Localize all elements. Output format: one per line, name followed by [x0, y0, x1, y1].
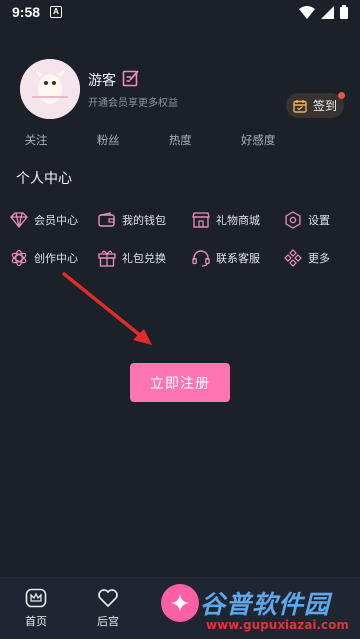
checkin-button[interactable]: 签到: [286, 92, 345, 118]
menu-wallet[interactable]: 我的钱包: [98, 211, 192, 229]
menu-vip-center[interactable]: 会员中心: [10, 211, 98, 229]
menu-more[interactable]: 更多: [284, 249, 350, 267]
menu-label: 礼物商城: [216, 214, 260, 227]
edit-icon[interactable]: [122, 69, 140, 87]
crown-icon: [25, 588, 47, 608]
nav-home[interactable]: 首页: [16, 588, 56, 629]
menu-label: 会员中心: [34, 214, 78, 227]
menu-label: 联系客服: [216, 252, 260, 265]
avatar[interactable]: [20, 59, 80, 119]
vip-tip[interactable]: 开通会员享更多权益: [88, 94, 178, 109]
avatar-image: [20, 59, 80, 119]
menu-settings[interactable]: 设置: [284, 211, 350, 229]
menu-label: 设置: [308, 214, 330, 227]
menu-gift-redeem[interactable]: 礼包兑换: [98, 249, 192, 267]
menu-gift-store[interactable]: 礼物商城: [192, 211, 284, 229]
stat-following[interactable]: 关注: [25, 132, 48, 152]
wallet-icon: [98, 212, 115, 227]
status-bar: 9:58 A: [0, 0, 360, 24]
stat-fans[interactable]: 粉丝: [97, 132, 120, 152]
nav-label: 后宫: [97, 615, 119, 628]
wifi-icon: [299, 5, 315, 19]
menu-label: 创作中心: [34, 252, 78, 265]
stat-heat[interactable]: 热度: [169, 132, 192, 152]
stat-favorability[interactable]: 好感度: [241, 132, 276, 152]
sparkle-icon: [171, 594, 189, 612]
nav-label: 首页: [25, 615, 47, 628]
more-icon: [284, 249, 302, 267]
battery-icon: [340, 5, 348, 19]
menu-label: 更多: [308, 252, 330, 265]
username: 游客: [88, 73, 116, 89]
menu-creator-center[interactable]: 创作中心: [10, 249, 98, 267]
notification-icon: A: [50, 6, 63, 18]
personal-center-menu: 会员中心 我的钱包 礼物商城 设置 创作中心 礼包兑换 联系客服 更多: [10, 211, 350, 267]
signal-icon: [321, 5, 334, 19]
heart-icon: [98, 589, 118, 608]
section-title: 个人中心: [16, 171, 72, 187]
gear-icon: [285, 211, 301, 229]
calendar-icon: [293, 99, 307, 113]
flower-icon: [11, 249, 27, 267]
profile-stats: 关注 粉丝 热度 好感度: [0, 132, 300, 152]
annotation-arrow: [62, 272, 152, 345]
status-time: 9:58: [12, 4, 41, 20]
create-fab-button[interactable]: [161, 584, 199, 622]
gift-icon: [98, 250, 116, 267]
menu-label: 礼包兑换: [122, 252, 166, 265]
diamond-icon: [10, 212, 28, 228]
headset-icon: [192, 250, 210, 267]
menu-label: 我的钱包: [122, 214, 166, 227]
store-icon: [192, 212, 210, 228]
nav-harem[interactable]: 后宫: [88, 588, 128, 629]
checkin-label: 签到: [312, 99, 337, 113]
register-button[interactable]: 立即注册: [130, 363, 230, 402]
checkin-badge-dot: [338, 92, 345, 99]
menu-customer-service[interactable]: 联系客服: [192, 249, 284, 267]
